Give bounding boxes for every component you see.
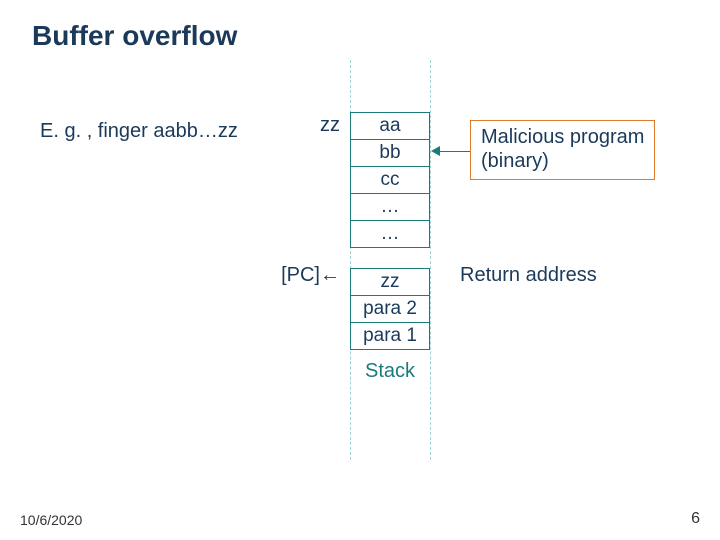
left-label-pc: [PC]← [230, 264, 340, 287]
stack-cell-cc: cc [350, 166, 430, 193]
footer-page-number: 6 [691, 510, 700, 528]
arrow-malicious-head-icon [431, 146, 440, 156]
malicious-line2: (binary) [481, 149, 644, 173]
arrow-malicious-line [440, 151, 470, 152]
stack-cell-para2: para 2 [350, 295, 430, 322]
page-title: Buffer overflow [32, 20, 237, 52]
guide-line-right [430, 60, 431, 460]
stack-gap [350, 248, 430, 268]
left-label-zz: zz [260, 114, 340, 137]
malicious-program-box: Malicious program (binary) [470, 120, 655, 180]
return-address-label: Return address [460, 264, 597, 287]
stack-cell-para1: para 1 [350, 322, 430, 350]
stack-cell-aa: aa [350, 112, 430, 139]
stack-column: aa bb cc … … zz para 2 para 1 [350, 112, 430, 350]
stack-cell-zz: zz [350, 268, 430, 295]
malicious-line1: Malicious program [481, 125, 644, 149]
footer-date: 10/6/2020 [20, 512, 82, 528]
stack-cell-dots1: … [350, 193, 430, 220]
pc-text: [PC] [281, 264, 320, 286]
arrow-left-icon: ← [320, 264, 340, 286]
stack-label: Stack [350, 360, 430, 383]
example-text: E. g. , finger aabb…zz [40, 120, 238, 143]
stack-cell-dots2: … [350, 220, 430, 248]
stack-cell-bb: bb [350, 139, 430, 166]
